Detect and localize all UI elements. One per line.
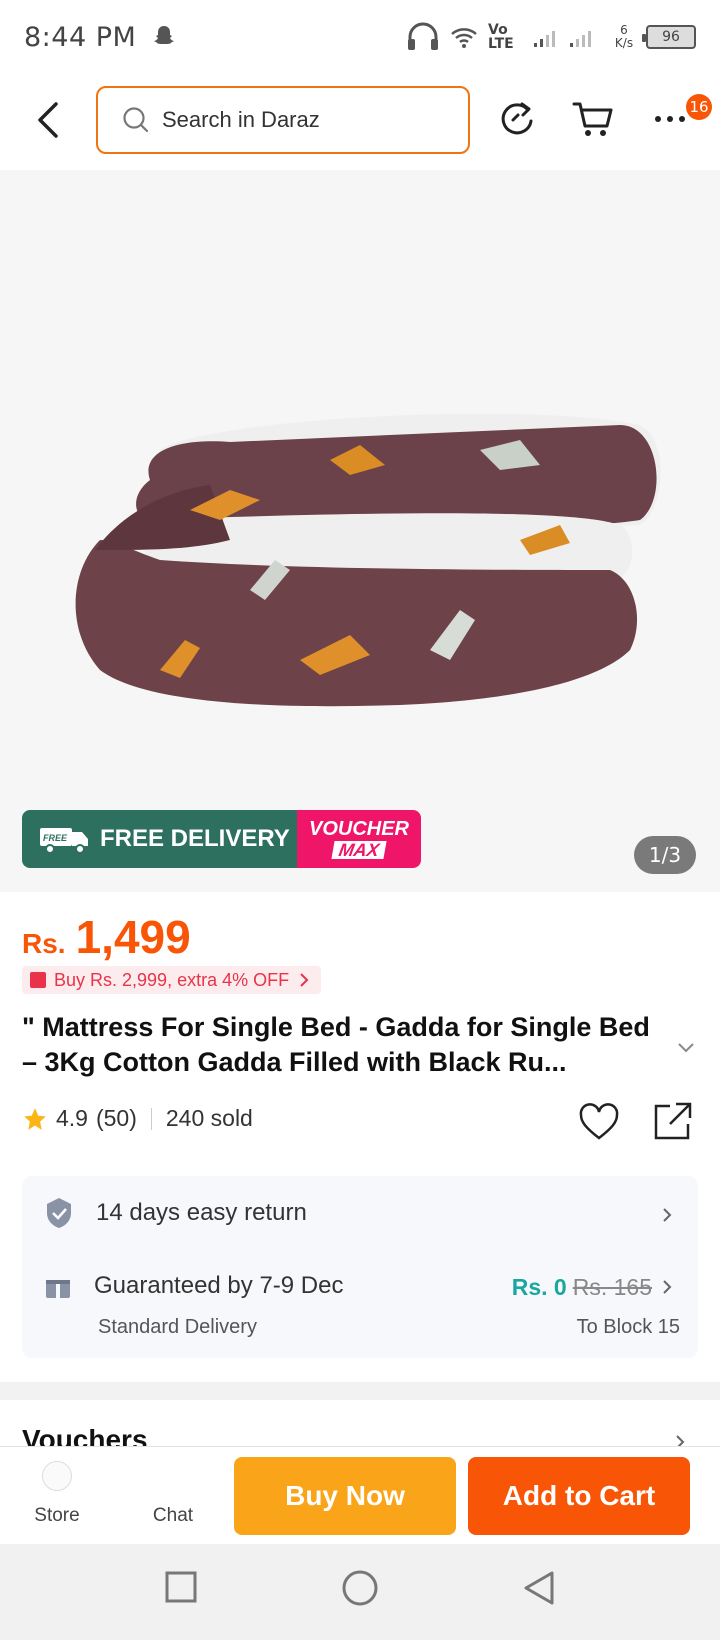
rating-row[interactable]: 4.9 (50) 240 sold: [22, 1105, 253, 1132]
delivery-text: Guaranteed by 7-9 Dec: [94, 1272, 344, 1299]
refresh-icon[interactable]: [494, 96, 540, 142]
voucher-label: VOUCHER: [308, 818, 409, 840]
star-icon: [24, 1107, 46, 1130]
network-type: Vo LTE: [488, 22, 514, 52]
product-title[interactable]: " Mattress For Single Bed - Gadda for Si…: [22, 1010, 662, 1080]
shipping-price: Rs. 0: [511, 1274, 567, 1300]
section-divider: [0, 1382, 720, 1400]
promo-banner: FREE FREE DELIVERY VOUCHER MAX: [22, 810, 421, 868]
system-nav-bar: [0, 1544, 720, 1640]
search-icon: [123, 107, 149, 133]
product-image[interactable]: [0, 210, 720, 770]
chevron-right-icon: [300, 973, 309, 987]
chat-button[interactable]: Chat: [138, 1491, 208, 1527]
product-price: Rs. 1,499: [22, 910, 191, 964]
free-delivery-tag: FREE FREE DELIVERY: [22, 810, 297, 868]
delivery-truck-icon: FREE: [40, 828, 88, 854]
buy-now-button[interactable]: Buy Now: [234, 1457, 456, 1535]
free-tag: FREE: [43, 833, 68, 843]
status-icons: Vo LTE 6 K/s 96: [406, 22, 696, 52]
price-currency: Rs.: [22, 928, 66, 959]
free-delivery-label: FREE DELIVERY: [100, 825, 290, 852]
rating-value: 4.9: [56, 1105, 88, 1131]
voucher-max-tag: VOUCHER MAX: [297, 810, 421, 868]
network-speed: 6 K/s: [614, 23, 634, 50]
battery-level: 96: [662, 29, 680, 45]
gift-box-icon: [46, 1276, 70, 1298]
status-bar: 8:44 PM Vo LTE 6 K/s 96: [0, 0, 720, 74]
chevron-right-icon[interactable]: [660, 1278, 674, 1296]
cart-icon[interactable]: [570, 96, 616, 142]
divider: [150, 1107, 152, 1130]
chevron-down-icon[interactable]: [676, 1038, 696, 1058]
store-logo-icon: [42, 1461, 72, 1491]
top-nav: Search in Daraz: [0, 82, 720, 158]
bottom-action-bar: Store Chat Buy Now Add to Cart: [0, 1446, 720, 1544]
delivery-type: Standard Delivery: [98, 1316, 257, 1338]
wishlist-heart-icon[interactable]: [578, 1102, 620, 1144]
status-time: 8:44 PM: [24, 21, 137, 53]
share-icon[interactable]: [650, 1100, 694, 1144]
headphones-icon: [408, 22, 438, 50]
return-policy-row[interactable]: 14 days easy return: [44, 1196, 307, 1230]
sold-count: 240 sold: [165, 1105, 253, 1131]
add-to-cart-button[interactable]: Add to Cart: [468, 1457, 690, 1535]
review-count: (50): [95, 1105, 137, 1131]
shipping-fee: Rs. 0 Rs. 165: [512, 1274, 652, 1301]
recents-icon[interactable]: [164, 1570, 198, 1604]
max-label: MAX: [331, 840, 387, 860]
more-badge: 16: [686, 94, 712, 120]
store-label: Store: [34, 1505, 80, 1526]
coupon-icon: [30, 972, 46, 988]
shield-check-icon: [47, 1198, 71, 1228]
store-button[interactable]: Store: [22, 1461, 92, 1527]
return-text: 14 days easy return: [96, 1199, 307, 1226]
back-icon[interactable]: [522, 1570, 556, 1606]
signal-icon: [534, 31, 591, 47]
deal-text: Buy Rs. 2,999, extra 4% OFF: [54, 969, 290, 990]
back-arrow-icon[interactable]: [30, 98, 70, 142]
search-placeholder: Search in Daraz: [162, 107, 320, 132]
chevron-right-icon[interactable]: [660, 1206, 674, 1224]
search-input[interactable]: Search in Daraz: [96, 86, 470, 154]
chat-label: Chat: [152, 1505, 194, 1526]
battery-icon: 96: [642, 25, 696, 49]
service-info-card: 14 days easy return Guaranteed by 7-9 De…: [22, 1176, 698, 1358]
wifi-icon: [451, 28, 477, 48]
deal-badge[interactable]: Buy Rs. 2,999, extra 4% OFF: [22, 966, 322, 994]
home-icon[interactable]: [340, 1570, 380, 1610]
delivery-destination: To Block 15: [576, 1316, 680, 1338]
snapchat-icon: [154, 26, 175, 44]
price-amount: 1,499: [75, 911, 191, 963]
image-counter: 1/3: [634, 836, 696, 874]
shipping-old-price: Rs. 165: [572, 1274, 652, 1300]
product-gallery[interactable]: FREE FREE DELIVERY VOUCHER MAX 1/3: [0, 170, 720, 892]
delivery-row[interactable]: Guaranteed by 7-9 Dec: [44, 1272, 343, 1300]
